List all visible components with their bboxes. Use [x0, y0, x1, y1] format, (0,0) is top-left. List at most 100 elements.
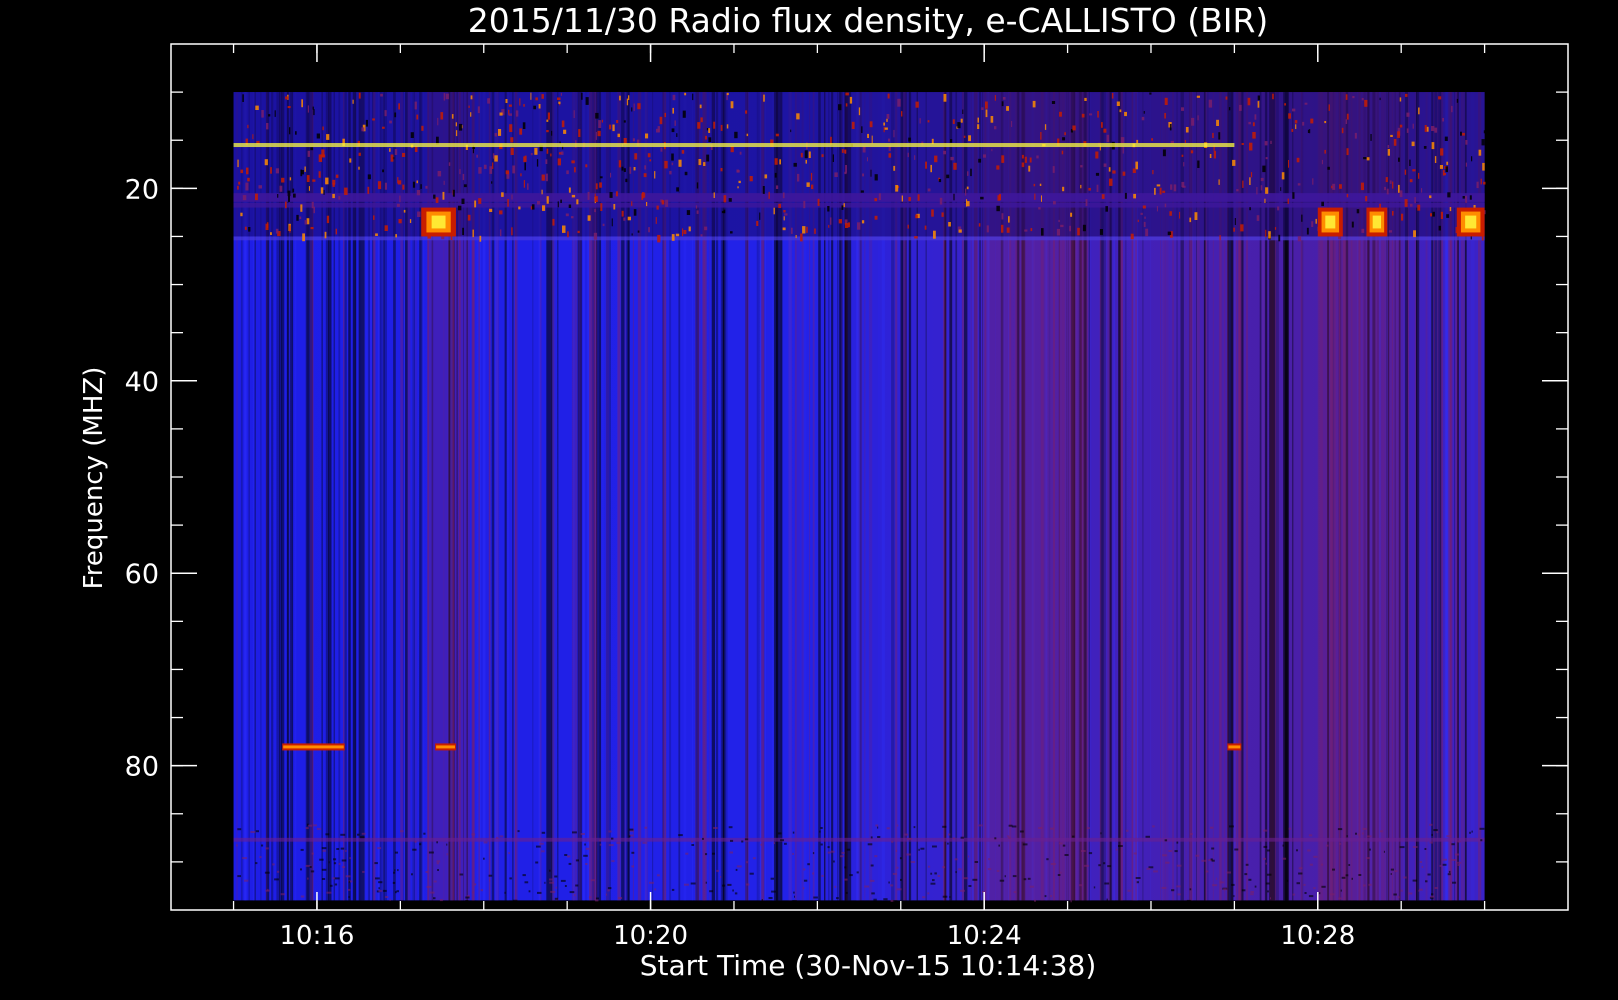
interference-speck — [1256, 215, 1260, 221]
interference-speck — [560, 151, 564, 155]
interference-speck — [1280, 187, 1282, 191]
interference-speck — [270, 232, 272, 235]
noise-speck — [744, 838, 749, 841]
interference-speck — [914, 155, 916, 160]
interference-speck — [664, 160, 668, 169]
interference-speck — [265, 223, 269, 230]
interference-speck — [888, 153, 892, 158]
interference-speck — [838, 219, 842, 224]
interference-speck — [698, 159, 702, 166]
noise-speck — [550, 890, 556, 893]
interference-speck — [1041, 228, 1044, 236]
noise-speck — [1408, 892, 1413, 895]
interference-speck — [1252, 132, 1256, 139]
noise-speck — [338, 862, 341, 865]
interference-speck — [437, 171, 442, 177]
interference-speck — [914, 236, 918, 239]
noise-speck — [1088, 852, 1093, 855]
interference-speck — [1292, 192, 1295, 199]
interference-speck — [380, 93, 383, 97]
interference-speck — [295, 131, 297, 135]
interference-speck — [985, 101, 988, 109]
noise-speck — [1332, 868, 1335, 871]
interference-speck — [887, 93, 890, 99]
interference-speck — [1142, 205, 1146, 209]
interference-speck — [1462, 132, 1465, 136]
noise-speck — [1209, 826, 1214, 829]
interference-speck — [1360, 182, 1364, 191]
interference-speck — [1024, 156, 1027, 163]
interference-speck — [281, 177, 285, 183]
interference-speck — [1312, 178, 1314, 185]
interference-speck — [1424, 125, 1427, 132]
noise-speck — [1369, 848, 1371, 851]
interference-speck — [461, 198, 465, 204]
noise-speck — [1265, 882, 1270, 885]
interference-speck — [266, 123, 269, 130]
interference-speck — [1059, 111, 1062, 117]
interference-speck — [665, 199, 669, 207]
interference-speck — [943, 150, 946, 155]
interference-speck — [858, 107, 861, 116]
interference-speck — [1170, 184, 1173, 190]
noise-speck — [439, 899, 443, 902]
interference-speck — [595, 112, 599, 119]
interference-speck — [1145, 228, 1149, 237]
interference-speck — [1149, 92, 1152, 95]
interference-speck — [874, 198, 878, 202]
noise-speck — [1427, 873, 1431, 876]
interference-speck — [811, 184, 814, 190]
interference-speck — [1103, 128, 1107, 133]
interference-speck — [536, 159, 539, 167]
noise-speck — [1270, 897, 1271, 900]
interference-speck — [832, 154, 834, 162]
interference-speck — [699, 104, 702, 109]
interference-speck — [1274, 227, 1277, 230]
noise-speck — [459, 873, 464, 876]
interference-speck — [1081, 113, 1085, 118]
interference-speck — [274, 110, 276, 117]
noise-speck — [362, 870, 365, 873]
interference-speck — [550, 153, 552, 157]
interference-speck — [708, 137, 712, 142]
interference-speck — [1410, 203, 1413, 207]
interference-speck — [1097, 111, 1099, 118]
interference-speck — [886, 118, 888, 122]
interference-speck — [1082, 224, 1086, 232]
noise-speck — [528, 890, 531, 893]
interference-speck — [1249, 177, 1251, 185]
interference-speck — [1390, 134, 1393, 137]
noise-speck — [1250, 891, 1254, 893]
interference-speck — [595, 183, 598, 190]
noise-speck — [1107, 865, 1112, 868]
interference-speck — [817, 198, 820, 206]
interference-speck — [657, 126, 660, 133]
interference-speck — [862, 173, 864, 177]
chart-title: 2015/11/30 Radio flux density, e-CALLIST… — [468, 1, 1269, 40]
interference-speck — [1387, 149, 1390, 156]
interference-speck — [1162, 190, 1166, 193]
interference-speck — [448, 162, 451, 166]
noise-speck — [870, 879, 875, 882]
noise-speck — [968, 885, 972, 887]
noise-speck — [932, 879, 935, 882]
noise-speck — [1263, 845, 1268, 848]
interference-speck — [599, 182, 602, 188]
interference-speck — [1423, 146, 1427, 149]
interference-speck — [994, 126, 997, 130]
interference-speck — [289, 225, 291, 233]
noise-speck — [958, 868, 962, 871]
interference-speck — [952, 119, 955, 124]
interference-speck — [927, 120, 930, 123]
interference-speck — [1228, 107, 1231, 111]
interference-speck — [470, 112, 472, 117]
noise-speck — [472, 891, 474, 894]
interference-speck — [458, 123, 463, 131]
interference-speck — [688, 226, 691, 232]
noise-speck — [357, 833, 360, 836]
interference-speck — [800, 152, 803, 158]
interference-speck — [810, 172, 813, 181]
noise-speck — [411, 873, 413, 876]
interference-speck — [728, 198, 732, 202]
interference-speck — [1034, 193, 1036, 200]
